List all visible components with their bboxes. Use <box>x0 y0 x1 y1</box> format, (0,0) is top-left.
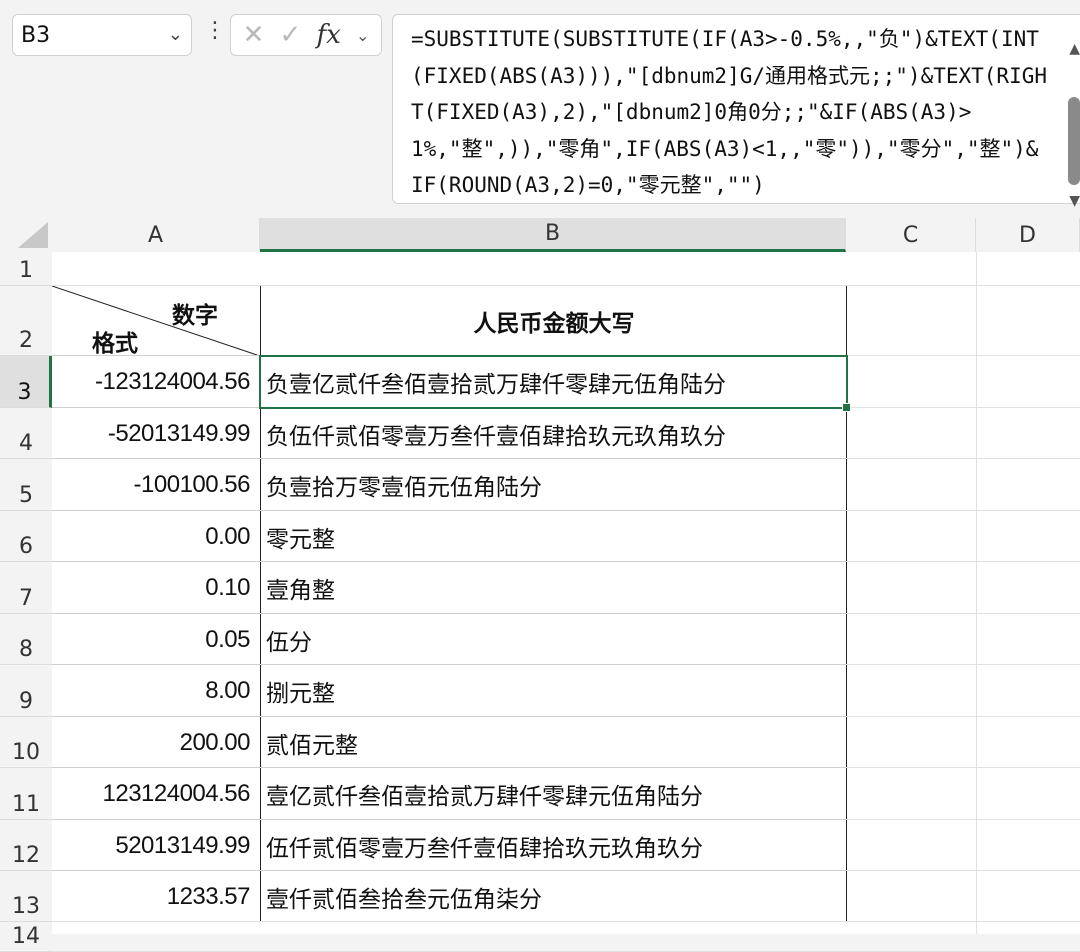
select-all-triangle-icon <box>18 222 48 248</box>
row-header-8[interactable]: 8 <box>0 614 52 665</box>
table-row-divider <box>52 613 847 614</box>
cell-a10[interactable]: 200.00 <box>52 717 260 768</box>
row-header-4[interactable]: 4 <box>0 408 52 459</box>
cell-a9[interactable]: 8.00 <box>52 665 260 717</box>
column-header-c[interactable]: C <box>846 218 976 252</box>
cell-a5[interactable]: -100100.56 <box>52 459 260 511</box>
cell-b11[interactable]: 壹亿贰仟叁佰壹拾贰万肆仟零肆元伍角陆分 <box>262 768 846 820</box>
fx-icon[interactable]: fx <box>317 20 341 50</box>
cell-b12[interactable]: 伍仟贰佰零壹万叁仟壹佰肆拾玖元玖角玖分 <box>262 820 846 871</box>
formula-input[interactable]: =SUBSTITUTE(SUBSTITUTE(IF(A3>-0.5%,,"负")… <box>392 14 1080 209</box>
table-row-divider <box>52 870 847 871</box>
cell-a11[interactable]: 123124004.56 <box>52 768 260 820</box>
table-row-divider <box>52 819 847 820</box>
fill-handle[interactable] <box>842 403 851 412</box>
scroll-down-icon[interactable]: ▼ <box>1069 193 1080 209</box>
cell-b6[interactable]: 零元整 <box>262 511 846 562</box>
scroll-up-icon[interactable]: ▲ <box>1069 41 1080 57</box>
cell-b10[interactable]: 贰佰元整 <box>262 717 846 768</box>
spreadsheet-grid: A B C D 数字 格式 人民币金额大写 1 2 3 -123124004.56 负壹… <box>0 218 1080 952</box>
cell-a3[interactable]: -123124004.56 <box>52 356 260 408</box>
row-header-7[interactable]: 7 <box>0 562 52 614</box>
row-header-12[interactable]: 12 <box>0 820 52 871</box>
row-header-2[interactable]: 2 <box>0 286 52 356</box>
cell-b5[interactable]: 负壹拾万零壹佰元伍角陆分 <box>262 459 846 511</box>
select-all-button[interactable] <box>0 218 52 252</box>
cell-a6[interactable]: 0.00 <box>52 511 260 562</box>
cancel-icon[interactable]: ✕ <box>243 20 265 50</box>
cell-b7[interactable]: 壹角整 <box>262 562 846 614</box>
cell-b8[interactable]: 伍分 <box>262 614 846 665</box>
row-header-5[interactable]: 5 <box>0 459 52 511</box>
gridline <box>52 285 1080 286</box>
row-header-1[interactable]: 1 <box>0 252 52 286</box>
cell-a13[interactable]: 1233.57 <box>52 871 260 922</box>
diagonal-divider <box>52 286 260 356</box>
header-format-label: 格式 <box>92 331 138 357</box>
column-header-b[interactable]: B <box>260 218 846 252</box>
table-row-divider <box>52 767 847 768</box>
table-row-divider <box>52 716 847 717</box>
row-header-13[interactable]: 13 <box>0 871 52 922</box>
cell-b4[interactable]: 负伍仟贰佰零壹万叁仟壹佰肆拾玖元玖角玖分 <box>262 408 846 459</box>
table-row-divider <box>52 664 847 665</box>
row-header-11[interactable]: 11 <box>0 768 52 820</box>
cell-a4[interactable]: -52013149.99 <box>52 408 260 459</box>
header-number-label: 数字 <box>172 303 218 329</box>
row-header-9[interactable]: 9 <box>0 665 52 717</box>
table-row-divider <box>52 561 847 562</box>
name-box[interactable]: B3 ⌄ <box>12 14 192 56</box>
chevron-down-icon[interactable]: ⌄ <box>168 24 183 45</box>
cell-b13[interactable]: 壹仟贰佰叁拾叁元伍角柒分 <box>262 871 846 922</box>
cell-a12[interactable]: 52013149.99 <box>52 820 260 871</box>
formula-text: =SUBSTITUTE(SUBSTITUTE(IF(A3>-0.5%,,"负")… <box>411 27 1048 197</box>
column-header-a[interactable]: A <box>52 218 260 252</box>
active-cell-border[interactable] <box>259 355 848 409</box>
row-header-14[interactable]: 14 <box>0 922 52 952</box>
name-box-value: B3 <box>21 22 51 48</box>
cell-a7[interactable]: 0.10 <box>52 562 260 614</box>
more-vertical-icon[interactable]: ⋮ <box>204 20 226 42</box>
formula-scrollbar-thumb[interactable] <box>1068 97 1080 185</box>
cell-a8[interactable]: 0.05 <box>52 614 260 665</box>
formula-buttons: ✕ ✓ fx ⌄ <box>230 14 382 56</box>
cell-b9[interactable]: 捌元整 <box>262 665 846 717</box>
column-header-d[interactable]: D <box>976 218 1080 252</box>
table-row-divider <box>52 510 847 511</box>
chevron-down-icon[interactable]: ⌄ <box>356 26 369 45</box>
table-row-divider <box>52 458 847 459</box>
row-header-6[interactable]: 6 <box>0 511 52 562</box>
header-rmb-uppercase: 人民币金额大写 <box>473 311 635 337</box>
enter-icon[interactable]: ✓ <box>280 20 302 50</box>
row-header-3[interactable]: 3 <box>0 356 52 408</box>
row-header-10[interactable]: 10 <box>0 717 52 768</box>
